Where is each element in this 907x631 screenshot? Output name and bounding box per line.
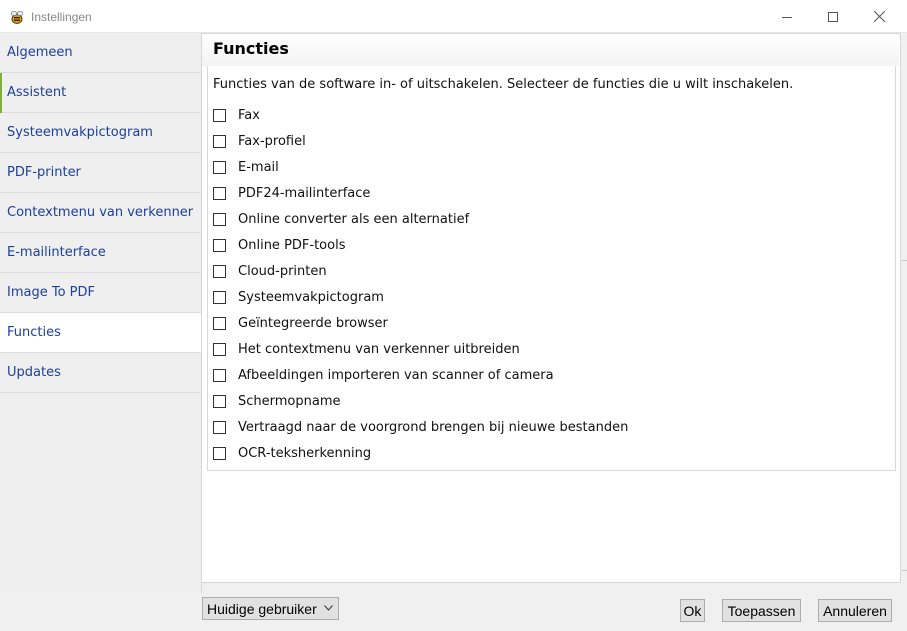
option-label: Afbeeldingen importeren van scanner of c… <box>238 367 554 383</box>
option-contextmenu-uitbreiden[interactable]: Het contextmenu van verkenner uitbreiden <box>213 340 520 358</box>
close-button[interactable] <box>856 0 902 33</box>
chevron-down-icon <box>324 605 333 611</box>
sidebar-item-updates[interactable]: Updates <box>0 353 201 393</box>
minimize-button[interactable] <box>764 0 810 33</box>
option-geintegreerde-browser[interactable]: Geïntegreerde browser <box>213 314 388 332</box>
option-label: Fax-profiel <box>238 133 306 149</box>
sidebar-item-label: Image To PDF <box>7 285 95 300</box>
sidebar-item-pdf-printer[interactable]: PDF-printer <box>0 153 201 193</box>
option-label: Cloud-printen <box>238 263 327 279</box>
sidebar-item-label: Updates <box>7 365 61 380</box>
option-vertraagd-voorgrond[interactable]: Vertraagd naar de voorgrond brengen bij … <box>213 418 628 436</box>
option-label: Systeemvakpictogram <box>238 289 384 305</box>
option-fax-profiel[interactable]: Fax-profiel <box>213 132 306 150</box>
option-label: Online converter als een alternatief <box>238 211 470 227</box>
sidebar-item-functies[interactable]: Functies <box>0 313 201 353</box>
option-ocr-tekstherkenning[interactable]: OCR-teksherkenning <box>213 444 371 462</box>
online-pdf-tools-checkbox[interactable] <box>213 238 226 252</box>
settings-sidebar: Algemeen Assistent Systeemvakpictogram P… <box>0 33 202 593</box>
window-title: Instellingen <box>31 10 92 24</box>
fax-checkbox[interactable] <box>213 108 226 122</box>
sidebar-item-label: E-mailinterface <box>7 245 106 260</box>
afbeeldingen-importeren-checkbox[interactable] <box>213 368 226 382</box>
geintegreerde-browser-checkbox[interactable] <box>213 316 226 330</box>
option-pdf24-mailinterface[interactable]: PDF24-mailinterface <box>213 184 370 202</box>
sidebar-item-label: Systeemvakpictogram <box>7 125 153 140</box>
systeemvakpictogram-checkbox[interactable] <box>213 290 226 304</box>
minimize-icon <box>782 16 792 18</box>
online-converter-checkbox[interactable] <box>213 212 226 226</box>
title-bar: Instellingen <box>0 0 907 33</box>
cloud-printen-checkbox[interactable] <box>213 264 226 278</box>
sidebar-item-e-mailinterface[interactable]: E-mailinterface <box>0 233 201 273</box>
option-label: Het contextmenu van verkenner uitbreiden <box>238 341 520 357</box>
option-online-converter[interactable]: Online converter als een alternatief <box>213 210 469 228</box>
option-label: E-mail <box>238 159 279 175</box>
option-label: OCR-teksherkenning <box>238 445 372 461</box>
sidebar-item-assistent[interactable]: Assistent <box>0 73 201 113</box>
sidebar-item-label: PDF-printer <box>7 165 81 180</box>
option-label: Geïntegreerde browser <box>238 315 388 331</box>
pdf24-mailinterface-checkbox[interactable] <box>213 186 226 200</box>
cancel-button[interactable]: Annuleren <box>818 599 892 622</box>
maximize-icon <box>828 11 838 22</box>
option-schermopname[interactable]: Schermopname <box>213 392 341 410</box>
option-fax[interactable]: Fax <box>213 106 260 124</box>
sidebar-item-contextmenu[interactable]: Contextmenu van verkenner <box>0 193 201 233</box>
option-e-mail[interactable]: E-mail <box>213 158 279 176</box>
vertraagd-voorgrond-checkbox[interactable] <box>213 420 226 434</box>
user-scope-select[interactable]: Huidige gebruiker <box>202 597 339 620</box>
sidebar-item-image-to-pdf[interactable]: Image To PDF <box>0 273 201 313</box>
ok-button[interactable]: Ok <box>680 599 705 622</box>
fax-profiel-checkbox[interactable] <box>213 134 226 148</box>
option-systeemvakpictogram[interactable]: Systeemvakpictogram <box>213 288 384 306</box>
option-afbeeldingen-importeren[interactable]: Afbeeldingen importeren van scanner of c… <box>213 366 554 384</box>
sidebar-item-label: Assistent <box>7 85 67 100</box>
background-window-edge <box>902 260 907 261</box>
option-label: Schermopname <box>238 393 341 409</box>
panel-header: Functies <box>202 34 899 66</box>
e-mail-checkbox[interactable] <box>213 160 226 174</box>
ocr-tekstherkenning-checkbox[interactable] <box>213 446 226 460</box>
page-title: Functies <box>213 39 289 58</box>
bee-app-icon <box>9 9 25 25</box>
option-label: Fax <box>238 107 260 123</box>
sidebar-item-systeemvakpictogram[interactable]: Systeemvakpictogram <box>0 113 201 153</box>
option-online-pdf-tools[interactable]: Online PDF-tools <box>213 236 345 254</box>
sidebar-accent-bar <box>0 73 2 113</box>
apply-button[interactable]: Toepassen <box>722 599 801 622</box>
contextmenu-uitbreiden-checkbox[interactable] <box>213 342 226 356</box>
option-cloud-printen[interactable]: Cloud-printen <box>213 262 327 280</box>
option-label: Vertraagd naar de voorgrond brengen bij … <box>238 419 629 435</box>
maximize-button[interactable] <box>810 0 856 33</box>
option-label: Online PDF-tools <box>238 237 346 253</box>
panel-description: Functies van de software in- of uitschak… <box>213 77 794 92</box>
background-window-edge <box>902 570 907 571</box>
sidebar-item-algemeen[interactable]: Algemeen <box>0 33 201 73</box>
user-scope-value: Huidige gebruiker <box>207 600 317 617</box>
option-label: PDF24-mailinterface <box>238 185 371 201</box>
schermopname-checkbox[interactable] <box>213 394 226 408</box>
sidebar-item-label: Contextmenu van verkenner <box>7 205 194 220</box>
functies-panel: Functies Functies van de software in- of… <box>202 33 901 583</box>
close-icon <box>873 11 885 22</box>
sidebar-item-label: Functies <box>7 325 61 340</box>
sidebar-item-label: Algemeen <box>7 45 73 60</box>
